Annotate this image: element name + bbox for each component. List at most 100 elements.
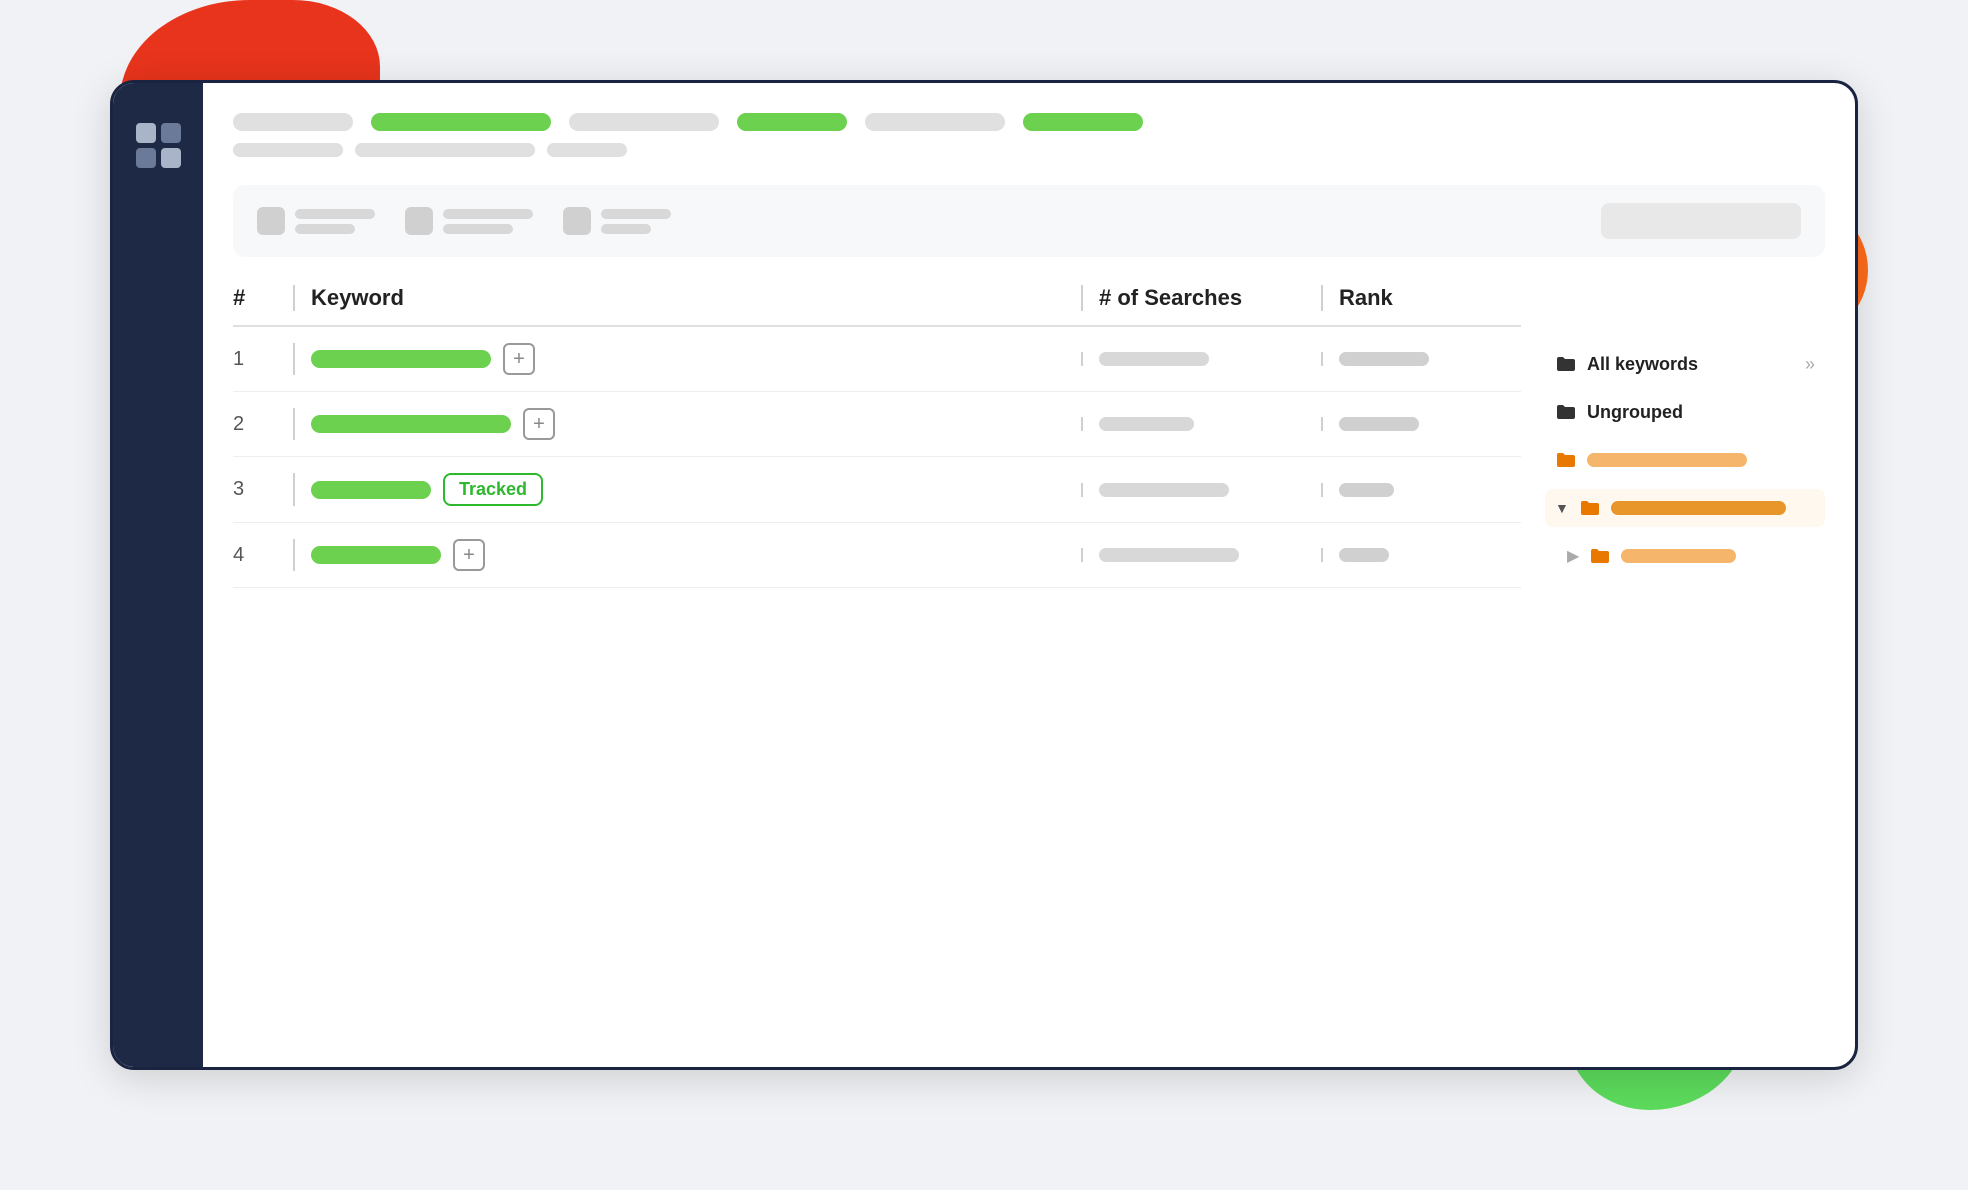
kw-bar-1 bbox=[311, 350, 491, 368]
sidebar-item-folder2[interactable]: ▼ bbox=[1545, 489, 1825, 527]
table-row: 3 Tracked bbox=[233, 457, 1521, 523]
tracked-badge: Tracked bbox=[443, 473, 543, 506]
sidebar-item-all-keywords[interactable]: All keywords » bbox=[1545, 345, 1825, 383]
nav-sub-pill-3 bbox=[547, 143, 627, 157]
control-line-3a bbox=[601, 209, 671, 219]
chevron-right-icon: ▶ bbox=[1567, 546, 1579, 566]
folder-icon-all-keywords bbox=[1555, 353, 1577, 375]
control-line-2a bbox=[443, 209, 533, 219]
nav-pill-5[interactable] bbox=[865, 113, 1005, 131]
searches-bar-4 bbox=[1099, 548, 1239, 562]
main-card-wrapper: # Keyword # of Searches Rank 1 + bbox=[110, 80, 1858, 1070]
search-box[interactable] bbox=[1601, 203, 1801, 239]
nav-pill-1[interactable] bbox=[233, 113, 353, 131]
controls-bar bbox=[233, 185, 1825, 257]
table-area: # Keyword # of Searches Rank 1 + bbox=[233, 285, 1825, 1047]
sidebar bbox=[113, 83, 203, 1067]
row-num-3: 3 bbox=[233, 478, 293, 501]
sidebar-logo bbox=[136, 123, 181, 168]
control-group-2 bbox=[405, 207, 533, 235]
table-header: # Keyword # of Searches Rank bbox=[233, 285, 1521, 327]
rank-bar-2 bbox=[1339, 417, 1419, 431]
rank-bar-3 bbox=[1339, 483, 1394, 497]
logo-square-1 bbox=[136, 123, 156, 143]
row-keyword-4: + bbox=[293, 539, 1081, 571]
main-content: # Keyword # of Searches Rank 1 + bbox=[203, 83, 1855, 1067]
nav-pill-2-green[interactable] bbox=[371, 113, 551, 131]
row-num-1: 1 bbox=[233, 348, 293, 371]
folder-icon-2 bbox=[1579, 497, 1601, 519]
rank-bar-4 bbox=[1339, 548, 1389, 562]
searches-bar-1 bbox=[1099, 352, 1209, 366]
double-chevron-icon: » bbox=[1805, 354, 1815, 375]
row-num-2: 2 bbox=[233, 413, 293, 436]
rank-bar-1 bbox=[1339, 352, 1429, 366]
table-row: 4 + bbox=[233, 523, 1521, 588]
th-searches: # of Searches bbox=[1081, 285, 1321, 311]
row-searches-2 bbox=[1081, 417, 1321, 431]
row-rank-1 bbox=[1321, 352, 1521, 366]
logo-square-2 bbox=[161, 123, 181, 143]
chevron-down-icon: ▼ bbox=[1555, 500, 1569, 516]
th-num: # bbox=[233, 285, 293, 311]
folder-label-bar-3 bbox=[1621, 549, 1736, 563]
row-num-4: 4 bbox=[233, 544, 293, 567]
folder-icon-ungrouped bbox=[1555, 401, 1577, 423]
nav-row-1 bbox=[233, 113, 1825, 131]
sidebar-item-ungrouped[interactable]: Ungrouped bbox=[1545, 393, 1825, 431]
control-lines-3 bbox=[601, 209, 671, 234]
sidebar-label-all-keywords: All keywords bbox=[1587, 354, 1795, 375]
nav-sub-pill-2 bbox=[355, 143, 535, 157]
row-searches-3 bbox=[1081, 483, 1321, 497]
kw-bar-4 bbox=[311, 546, 441, 564]
add-keyword-btn-4[interactable]: + bbox=[453, 539, 485, 571]
control-line-3b bbox=[601, 224, 651, 234]
nav-pill-3[interactable] bbox=[569, 113, 719, 131]
logo-square-4 bbox=[161, 148, 181, 168]
add-keyword-btn-1[interactable]: + bbox=[503, 343, 535, 375]
top-nav bbox=[233, 113, 1825, 157]
sidebar-item-folder1[interactable] bbox=[1545, 441, 1825, 479]
control-group-1 bbox=[257, 207, 375, 235]
kw-bar-2 bbox=[311, 415, 511, 433]
nav-pill-6-green[interactable] bbox=[1023, 113, 1143, 131]
folder-label-bar-1 bbox=[1587, 453, 1747, 467]
nav-sub-pill-1 bbox=[233, 143, 343, 157]
kw-bar-3 bbox=[311, 481, 431, 499]
sidebar-label-ungrouped: Ungrouped bbox=[1587, 402, 1815, 423]
row-keyword-2: + bbox=[293, 408, 1081, 440]
row-searches-1 bbox=[1081, 352, 1321, 366]
add-keyword-btn-2[interactable]: + bbox=[523, 408, 555, 440]
table-body: 1 + bbox=[233, 327, 1521, 1047]
control-line-2b bbox=[443, 224, 513, 234]
control-icon-2 bbox=[405, 207, 433, 235]
folder-icon-1 bbox=[1555, 449, 1577, 471]
control-icon-1 bbox=[257, 207, 285, 235]
row-searches-4 bbox=[1081, 548, 1321, 562]
table-row: 2 + bbox=[233, 392, 1521, 457]
table-row: 1 + bbox=[233, 327, 1521, 392]
th-rank: Rank bbox=[1321, 285, 1521, 311]
nav-row-2 bbox=[233, 143, 1825, 157]
row-keyword-3: Tracked bbox=[293, 473, 1081, 506]
folder-label-bar-2 bbox=[1611, 501, 1786, 515]
control-group-3 bbox=[563, 207, 671, 235]
control-lines-1 bbox=[295, 209, 375, 234]
right-panel: All keywords » Ungrouped bbox=[1545, 285, 1825, 1047]
folder-icon-3 bbox=[1589, 545, 1611, 567]
control-icon-3 bbox=[563, 207, 591, 235]
table-main: # Keyword # of Searches Rank 1 + bbox=[233, 285, 1521, 1047]
control-lines-2 bbox=[443, 209, 533, 234]
row-keyword-1: + bbox=[293, 343, 1081, 375]
sidebar-item-folder3[interactable]: ▶ bbox=[1557, 537, 1825, 575]
control-line-1b bbox=[295, 224, 355, 234]
row-rank-2 bbox=[1321, 417, 1521, 431]
nav-pill-4-green[interactable] bbox=[737, 113, 847, 131]
main-card: # Keyword # of Searches Rank 1 + bbox=[110, 80, 1858, 1070]
logo-square-3 bbox=[136, 148, 156, 168]
searches-bar-3 bbox=[1099, 483, 1229, 497]
row-rank-3 bbox=[1321, 483, 1521, 497]
row-rank-4 bbox=[1321, 548, 1521, 562]
control-line-1a bbox=[295, 209, 375, 219]
searches-bar-2 bbox=[1099, 417, 1194, 431]
